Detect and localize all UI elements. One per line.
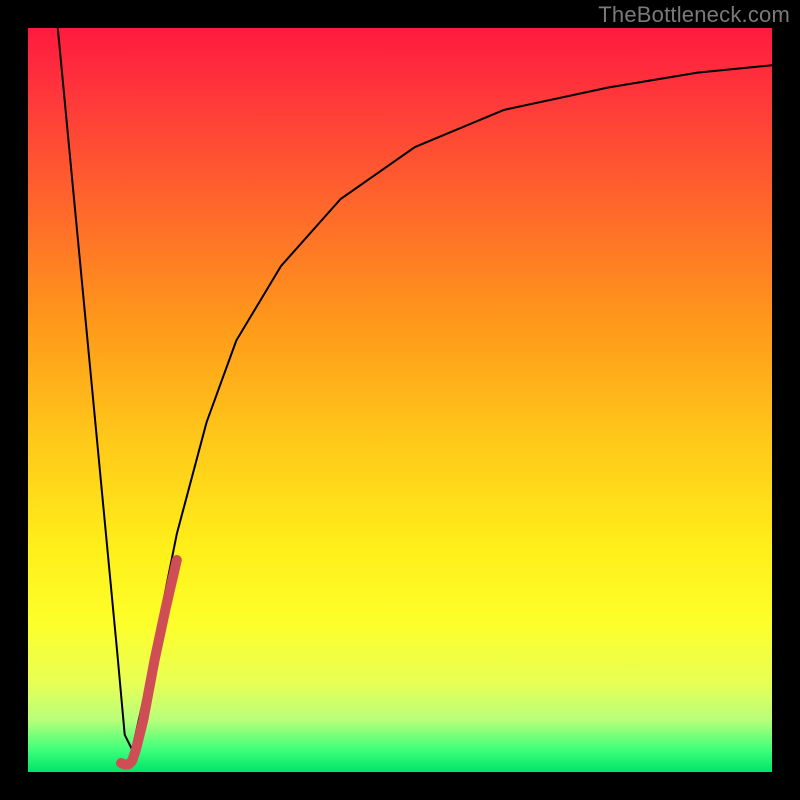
series-red-segment bbox=[121, 560, 177, 765]
chart-frame: TheBottleneck.com bbox=[0, 0, 800, 800]
watermark-text: TheBottleneck.com bbox=[598, 2, 790, 28]
series-black-curve bbox=[58, 28, 772, 750]
curve-layer bbox=[28, 28, 772, 772]
plot-area bbox=[28, 28, 772, 772]
